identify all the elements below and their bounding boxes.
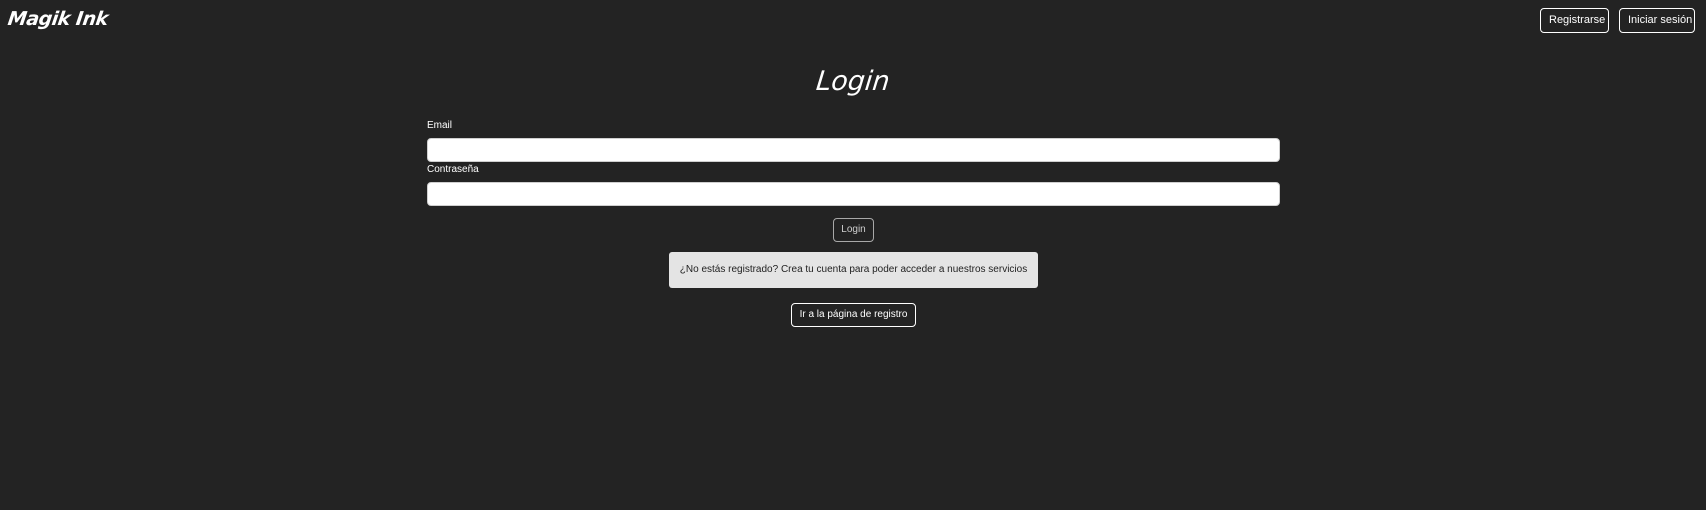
register-notice: ¿No estás registrado? Crea tu cuenta par… bbox=[669, 252, 1038, 288]
top-navbar: Magik Ink Registrarse Iniciar sesión bbox=[0, 0, 1706, 40]
login-submit-button[interactable]: Login bbox=[833, 218, 874, 242]
email-field[interactable] bbox=[427, 138, 1280, 162]
page-title: Login bbox=[814, 66, 892, 97]
login-nav-button[interactable]: Iniciar sesión bbox=[1619, 8, 1695, 33]
password-field[interactable] bbox=[427, 182, 1280, 206]
email-label: Email bbox=[427, 120, 453, 131]
go-to-register-button[interactable]: Ir a la página de registro bbox=[791, 303, 916, 327]
password-label: Contraseña bbox=[427, 164, 479, 175]
register-button[interactable]: Registrarse bbox=[1540, 8, 1609, 33]
brand-logo[interactable]: Magik Ink bbox=[6, 8, 109, 30]
